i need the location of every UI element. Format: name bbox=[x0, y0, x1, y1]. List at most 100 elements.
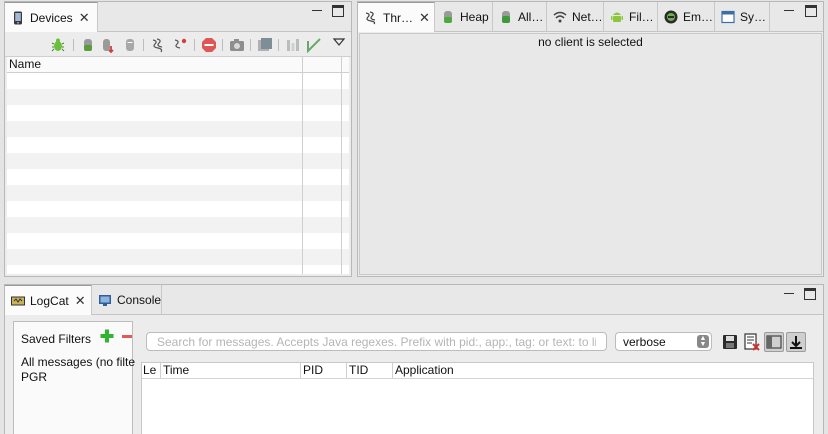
console-icon bbox=[99, 295, 111, 306]
devices-table[interactable]: Name bbox=[7, 57, 349, 274]
heap-update-icon[interactable] bbox=[80, 37, 96, 53]
clear-log-icon[interactable] bbox=[743, 333, 761, 351]
devices-toolbar bbox=[5, 33, 351, 57]
method-profiling-icon[interactable] bbox=[172, 37, 188, 53]
logcat-icon bbox=[11, 296, 25, 305]
search-input[interactable] bbox=[146, 332, 607, 351]
toggle-saved-filters-button[interactable] bbox=[764, 332, 784, 352]
log-table-header: Le Time PID TID Application bbox=[142, 363, 813, 379]
client-views-panel: Thr… ✕ Heap All… Net… Fil… Em… Sy… no cl… bbox=[357, 1, 824, 277]
scroll-lock-button[interactable] bbox=[786, 332, 806, 352]
table-row[interactable] bbox=[7, 265, 349, 281]
log-table[interactable]: Le Time PID TID Application bbox=[141, 362, 814, 434]
tab-emulator-control[interactable]: Em… bbox=[658, 2, 715, 32]
tab-logcat-label: LogCat bbox=[30, 293, 69, 308]
table-row[interactable] bbox=[7, 105, 349, 121]
save-log-icon[interactable] bbox=[721, 333, 739, 351]
remove-filter-icon[interactable] bbox=[122, 335, 132, 338]
saved-filters-title: Saved Filters bbox=[21, 332, 92, 346]
log-level-select[interactable]: verbose ▲ ▼ bbox=[615, 332, 712, 351]
logcat-tab-bar: LogCat ✕ Console bbox=[5, 285, 823, 315]
maximize-button[interactable] bbox=[804, 288, 816, 300]
add-filter-icon[interactable] bbox=[100, 329, 114, 343]
tab-file-explorer-label: Fil… bbox=[629, 10, 654, 24]
minimize-button[interactable] bbox=[311, 5, 323, 17]
saved-filter-item[interactable]: PGR bbox=[21, 370, 47, 384]
saved-filter-item[interactable]: All messages (no filte bbox=[21, 355, 135, 369]
close-icon[interactable]: ✕ bbox=[419, 11, 430, 24]
column-header-level[interactable]: Le bbox=[142, 363, 160, 378]
allocation-tracker-icon bbox=[502, 11, 510, 23]
system-information-icon bbox=[721, 10, 735, 24]
systrace-icon[interactable] bbox=[257, 37, 273, 53]
tab-logcat[interactable]: LogCat ✕ bbox=[5, 285, 92, 315]
thread-update-icon[interactable] bbox=[150, 37, 166, 53]
tab-heap[interactable]: Heap bbox=[435, 2, 493, 32]
tab-console[interactable]: Console bbox=[92, 285, 162, 315]
dump-hprof-icon[interactable] bbox=[100, 37, 116, 53]
threads-icon bbox=[365, 10, 376, 24]
table-row[interactable] bbox=[7, 217, 349, 233]
table-row[interactable] bbox=[7, 201, 349, 217]
sidebar-toggle-icon bbox=[766, 335, 782, 349]
table-row[interactable] bbox=[7, 73, 349, 89]
opengl-trace-icon[interactable] bbox=[285, 37, 301, 53]
column-header-pid[interactable]: PID bbox=[300, 363, 346, 378]
hierarchy-dump-icon[interactable] bbox=[306, 37, 322, 53]
tab-threads-label: Thr… bbox=[383, 10, 413, 25]
table-row[interactable] bbox=[7, 89, 349, 105]
table-row[interactable] bbox=[7, 185, 349, 201]
tab-devices[interactable]: Devices ✕ bbox=[5, 2, 98, 32]
column-header-name[interactable]: Name bbox=[9, 57, 41, 71]
client-views-tab-bar: Thr… ✕ Heap All… Net… Fil… Em… Sy… bbox=[358, 2, 823, 32]
view-menu-icon[interactable] bbox=[333, 36, 345, 48]
log-level-value: verbose bbox=[623, 335, 666, 349]
tab-emulator-control-label: Em… bbox=[683, 10, 713, 24]
column-divider[interactable] bbox=[341, 57, 342, 274]
emulator-control-icon bbox=[664, 10, 678, 24]
devices-table-header: Name bbox=[7, 57, 349, 73]
column-header-tid[interactable]: TID bbox=[346, 363, 392, 378]
table-row[interactable] bbox=[7, 233, 349, 249]
toolbar-separator bbox=[222, 39, 223, 51]
tab-allocation-tracker[interactable]: All… bbox=[493, 2, 547, 32]
tab-system-information[interactable]: Sy… bbox=[715, 2, 770, 32]
tab-network-statistics-label: Net… bbox=[572, 10, 603, 24]
tab-network-statistics[interactable]: Net… bbox=[547, 2, 604, 32]
tab-console-label: Console bbox=[117, 293, 162, 307]
tab-system-information-label: Sy… bbox=[740, 10, 767, 24]
close-icon[interactable]: ✕ bbox=[75, 294, 86, 307]
table-row[interactable] bbox=[7, 121, 349, 137]
tab-threads[interactable]: Thr… ✕ bbox=[358, 2, 435, 32]
tab-file-explorer[interactable]: Fil… bbox=[604, 2, 658, 32]
stop-process-icon[interactable] bbox=[201, 37, 217, 53]
toolbar-separator bbox=[194, 39, 195, 51]
maximize-button[interactable] bbox=[332, 5, 344, 17]
minimize-button[interactable] bbox=[783, 288, 795, 300]
maximize-button[interactable] bbox=[805, 5, 817, 17]
table-row[interactable] bbox=[7, 137, 349, 153]
toolbar-separator bbox=[143, 39, 144, 51]
screen-capture-icon[interactable] bbox=[229, 37, 245, 53]
devices-view: Devices ✕ Name bbox=[4, 1, 352, 277]
devices-tab-bar: Devices ✕ bbox=[5, 2, 351, 32]
no-client-message: no client is selected bbox=[538, 35, 643, 49]
close-icon[interactable]: ✕ bbox=[79, 11, 90, 24]
heap-icon bbox=[444, 11, 452, 23]
network-statistics-icon bbox=[553, 11, 567, 23]
devices-table-rows bbox=[7, 73, 349, 281]
table-row[interactable] bbox=[7, 169, 349, 185]
toolbar-separator bbox=[73, 39, 74, 51]
debug-bug-icon[interactable] bbox=[50, 37, 66, 53]
cause-gc-icon[interactable] bbox=[122, 37, 138, 53]
saved-filters-panel: Saved Filters All messages (no filte PGR bbox=[13, 321, 135, 434]
tab-heap-label: Heap bbox=[460, 10, 489, 24]
minimize-button[interactable] bbox=[783, 5, 795, 17]
table-row[interactable] bbox=[7, 249, 349, 265]
column-header-application[interactable]: Application bbox=[392, 363, 512, 378]
toolbar-separator bbox=[250, 39, 251, 51]
tab-allocation-tracker-label: All… bbox=[518, 10, 544, 24]
column-divider[interactable] bbox=[302, 57, 303, 274]
table-row[interactable] bbox=[7, 153, 349, 169]
column-header-time[interactable]: Time bbox=[160, 363, 300, 378]
